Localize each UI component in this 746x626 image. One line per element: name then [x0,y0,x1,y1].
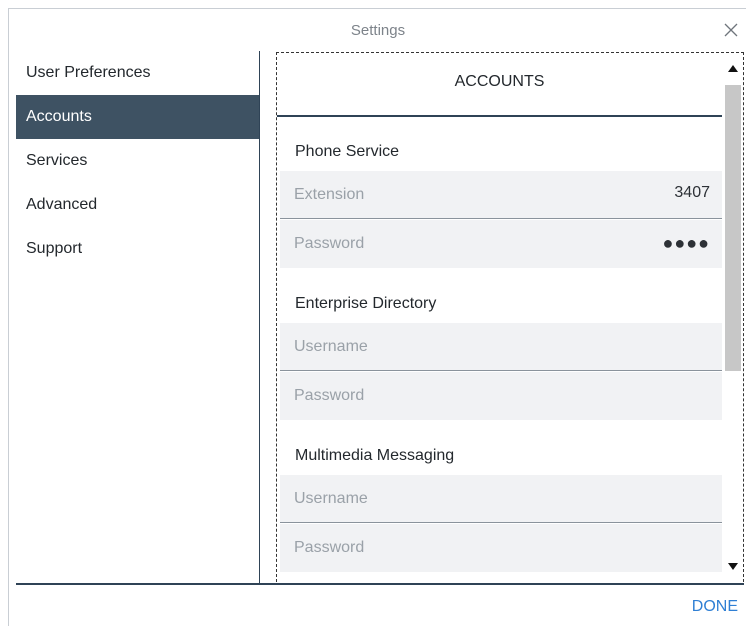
enterprise-username-field[interactable]: Username [280,323,722,371]
sidebar-item-advanced[interactable]: Advanced [16,183,259,227]
footer-divider [16,583,744,585]
section-title-enterprise-directory: Enterprise Directory [295,295,437,312]
close-icon [722,21,740,39]
phone-password-label: Password [294,235,365,252]
section-title-phone-service: Phone Service [295,143,400,160]
sidebar-item-accounts[interactable]: Accounts [16,95,259,139]
extension-value: 3407 [674,184,710,201]
multimedia-username-label: Username [294,490,368,507]
phone-password-field[interactable]: Password ●●●● [280,220,722,268]
sidebar-item-user-preferences[interactable]: User Preferences [16,51,259,95]
enterprise-password-label: Password [294,387,365,404]
settings-sidebar: User Preferences Accounts Services Advan… [16,51,260,585]
scrollbar-thumb[interactable] [725,85,741,371]
sidebar-item-services[interactable]: Services [16,139,259,183]
enterprise-password-field[interactable]: Password [280,372,722,420]
multimedia-password-field[interactable]: Password [280,524,722,572]
phone-password-value: ●●●● [662,233,710,253]
enterprise-username-label: Username [294,338,368,355]
multimedia-username-field[interactable]: Username [280,475,722,523]
scroll-down-arrow-icon[interactable] [727,560,739,572]
dialog-title: Settings [350,22,406,39]
extension-field[interactable]: Extension 3407 [280,171,722,219]
accounts-panel: ACCOUNTS Phone Service Extension 3407 Pa… [276,52,744,582]
close-button[interactable] [722,21,740,39]
multimedia-password-label: Password [294,539,365,556]
sidebar-item-support[interactable]: Support [16,227,259,271]
vertical-scrollbar[interactable] [722,53,743,582]
done-button[interactable]: DONE [692,598,738,616]
panel-title: ACCOUNTS [277,53,722,117]
section-title-multimedia-messaging: Multimedia Messaging [295,447,455,464]
scroll-up-arrow-icon[interactable] [727,61,739,73]
extension-label: Extension [294,186,365,203]
